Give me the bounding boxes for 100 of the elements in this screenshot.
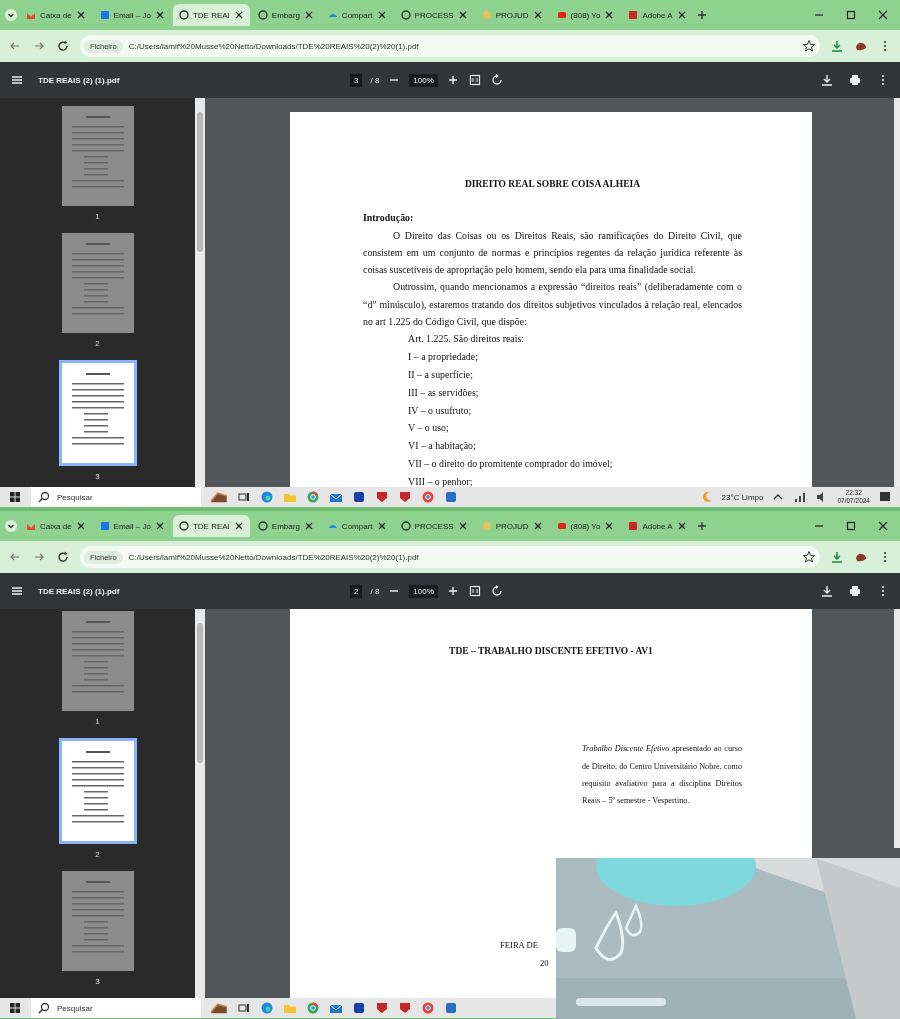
zoom-field[interactable]: 100% (409, 73, 438, 87)
close-icon[interactable] (876, 519, 890, 533)
browser-tab[interactable]: Adobe A (622, 4, 693, 26)
globe-icon (178, 10, 189, 20)
scrollbar[interactable] (894, 609, 900, 848)
scrollbar[interactable] (195, 609, 205, 998)
close-icon[interactable] (604, 10, 615, 20)
close-icon[interactable] (676, 521, 687, 531)
browser-tab[interactable]: PROJUD (475, 515, 549, 537)
search-icon (37, 1001, 51, 1015)
close-icon[interactable] (457, 521, 468, 531)
browser-icon[interactable] (260, 490, 274, 504)
browser-tab[interactable]: Compart (321, 4, 393, 26)
page-thumbnail[interactable] (61, 233, 134, 333)
quote-line: I – a propriedade; (408, 351, 478, 363)
page-thumbnail[interactable] (61, 611, 134, 711)
windows-logo-icon[interactable] (8, 490, 22, 504)
close-icon[interactable] (154, 10, 165, 20)
browser-tab[interactable]: TDE REAI (172, 515, 250, 537)
rotate-icon[interactable] (489, 73, 504, 87)
browser-tab[interactable]: Caixa de (20, 4, 92, 26)
fit-page-icon[interactable] (467, 73, 482, 87)
reload-icon[interactable] (56, 550, 70, 564)
fit-page-icon[interactable] (467, 584, 482, 598)
page-number: 2 (95, 850, 100, 859)
browser-tab[interactable]: Email – Jo (93, 515, 171, 537)
windows-logo-icon[interactable] (8, 1001, 22, 1015)
reload-icon[interactable] (56, 39, 70, 53)
footer-text: 20 (540, 957, 549, 968)
search-field[interactable]: Pesquisar (31, 998, 201, 1018)
browser-tab[interactable]: Embarg (251, 4, 320, 26)
star-icon[interactable] (802, 39, 816, 53)
word-icon[interactable] (444, 1001, 458, 1015)
close-icon[interactable] (376, 10, 387, 20)
rotate-icon[interactable] (489, 584, 504, 598)
browser-tab[interactable]: (808) Yo (550, 515, 621, 537)
browser-tab[interactable]: Adobe A (622, 515, 693, 537)
close-icon[interactable] (457, 10, 468, 20)
page-thumbnail[interactable] (58, 738, 137, 844)
maximize-icon[interactable] (844, 519, 858, 533)
page-number: 1 (95, 717, 100, 726)
page-count: / 8 (370, 75, 380, 85)
print-icon[interactable] (848, 73, 862, 87)
browser-tab[interactable]: PROCESS (394, 4, 474, 26)
maximize-icon[interactable] (844, 8, 858, 22)
page-number: 1 (95, 212, 100, 221)
browser-tab[interactable]: Caixa de (20, 515, 92, 537)
document-title: TDE REAIS (2) (1).pdf (38, 586, 120, 596)
close-icon[interactable] (75, 521, 86, 531)
close-icon[interactable] (154, 521, 165, 531)
scrollbar[interactable] (195, 98, 205, 487)
print-icon[interactable] (848, 584, 862, 598)
tab-list-icon[interactable] (4, 8, 18, 22)
task-view-icon[interactable] (237, 490, 251, 504)
browser-icon[interactable] (260, 1001, 274, 1015)
page-thumbnail[interactable] (58, 360, 137, 466)
scrollbar[interactable] (894, 98, 900, 487)
letter-tile-icon[interactable] (352, 490, 366, 504)
close-icon[interactable] (233, 521, 244, 531)
zoom-field[interactable]: 100% (409, 584, 438, 598)
star-icon[interactable] (802, 550, 816, 564)
page-thumbnail[interactable] (61, 106, 134, 206)
close-icon[interactable] (376, 521, 387, 531)
task-view-icon[interactable] (237, 1001, 251, 1015)
browser-tab[interactable]: Compart (321, 515, 393, 537)
circle-icon (481, 521, 492, 531)
shield-icon[interactable] (398, 490, 412, 504)
close-icon[interactable] (233, 10, 244, 20)
network-icon[interactable] (793, 490, 808, 504)
browser-tab[interactable]: PROCESS (394, 515, 474, 537)
close-icon[interactable] (604, 521, 615, 531)
browser-tab[interactable]: PROJUD (475, 4, 549, 26)
close-icon[interactable] (75, 10, 86, 20)
close-icon[interactable] (303, 10, 314, 20)
shield-icon[interactable] (375, 490, 389, 504)
search-field[interactable]: Pesquisar (31, 487, 201, 507)
menu-icon[interactable] (10, 584, 24, 598)
notification-icon[interactable] (878, 490, 892, 504)
page-number-field[interactable]: 2 (350, 584, 363, 598)
page-thumbnail[interactable] (61, 871, 134, 971)
page-number-field[interactable]: 3 (350, 73, 363, 87)
close-icon[interactable] (876, 8, 890, 22)
tab-list-icon[interactable] (4, 519, 18, 533)
weather-text[interactable]: 23°C Limpo (721, 492, 764, 502)
browser-tab[interactable]: TDE REAI (172, 4, 250, 26)
close-icon[interactable] (303, 521, 314, 531)
word-icon[interactable] (444, 490, 458, 504)
close-icon[interactable] (532, 521, 543, 531)
shield-icon[interactable] (398, 1001, 412, 1015)
close-icon[interactable] (532, 10, 543, 20)
browser-tab[interactable]: (808) Yo (550, 4, 621, 26)
browser-tab[interactable]: Email – Jo (93, 4, 171, 26)
shield-icon[interactable] (375, 1001, 389, 1015)
browser-tab[interactable]: Embarg (251, 515, 320, 537)
letter-tile-icon[interactable] (352, 1001, 366, 1015)
menu-icon[interactable] (10, 73, 24, 87)
close-icon[interactable] (676, 10, 687, 20)
document-icon (628, 521, 639, 531)
square-icon (99, 10, 110, 20)
page-number: 3 (95, 472, 100, 481)
